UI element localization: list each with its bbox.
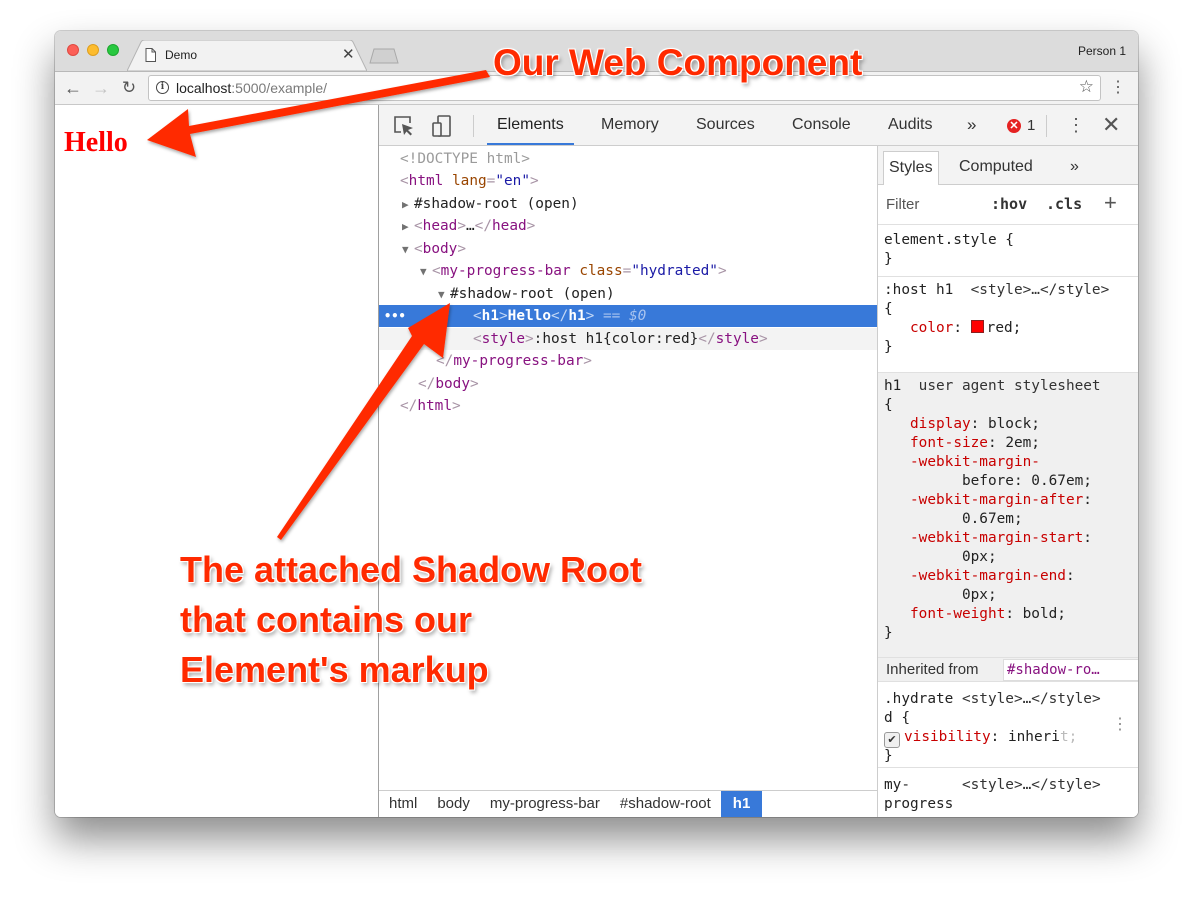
collapse-triangle-icon[interactable]: ▼ [420, 261, 432, 283]
breadcrumb: html body my-progress-bar #shadow-root h… [379, 790, 878, 817]
maximize-window-button[interactable] [107, 44, 119, 56]
tab-sources[interactable]: Sources [686, 105, 765, 145]
more-actions-icon[interactable]: ••• [384, 305, 406, 327]
url-host: localhost [176, 80, 232, 96]
tab-computed[interactable]: Computed [954, 151, 1038, 185]
dom-node-doctype[interactable]: <!DOCTYPE html> [379, 148, 877, 170]
tab-title: Demo [165, 48, 198, 62]
annotation-web-component: Our Web Component [493, 42, 863, 83]
dom-node-close-my-progress-bar[interactable]: </my-progress-bar> [379, 350, 877, 372]
annotation-shadow-root: The attached Shadow Root that contains o… [180, 549, 643, 690]
url-text[interactable]: localhost:5000/example/ [176, 80, 327, 96]
styles-filter-bar: Filter :hov .cls + [878, 185, 1138, 225]
dom-node-my-progress-bar[interactable]: ▼ <my-progress-bar class="hydrated"> [379, 260, 877, 282]
rule-selector: :host h1 [884, 282, 954, 298]
browser-window: Demo ✕ Person 1 ← → ↻ i localhost:5000/e… [55, 31, 1138, 817]
breadcrumb-my-progress-bar[interactable]: my-progress-bar [480, 791, 610, 817]
bookmark-star-icon[interactable]: ☆ [1079, 77, 1094, 97]
rule-hydrated: .hydrate <style>…</style> d { ✔ visibilit… [878, 682, 1138, 768]
breadcrumb-shadow-root[interactable]: #shadow-root [610, 791, 721, 817]
browser-menu-icon[interactable]: ⋮ [1110, 77, 1126, 99]
tab-close-icon[interactable]: ✕ [342, 45, 355, 65]
color-swatch[interactable] [970, 320, 984, 333]
close-window-button[interactable] [67, 44, 79, 56]
expand-triangle-icon[interactable]: ▶ [402, 194, 414, 216]
dom-node-head[interactable]: ▶ <head>…</head> [379, 215, 877, 237]
new-tab-button[interactable] [369, 48, 399, 64]
breadcrumb-html[interactable]: html [379, 791, 427, 817]
rule-source-link[interactable]: <style>…</style> [962, 777, 1101, 793]
dom-node-close-html[interactable]: </html> [379, 395, 877, 417]
dom-node-style[interactable]: <style>:host h1{color:red}</style> [379, 328, 877, 350]
device-toolbar-icon[interactable] [431, 115, 453, 137]
inspect-element-icon[interactable] [393, 115, 415, 137]
devtools-panel: Elements Memory Sources Console Audits »… [379, 105, 1138, 817]
dom-node-shadow-root-html[interactable]: ▶ #shadow-root (open) [379, 193, 877, 215]
toolbar-divider [473, 115, 474, 137]
back-arrow-icon[interactable]: ← [62, 77, 84, 99]
rule-element-style: element.style { } [878, 227, 1138, 277]
filter-input[interactable]: Filter [886, 196, 919, 213]
devtools-tab-bar: Elements Memory Sources Console Audits »… [379, 105, 1138, 146]
url-path: :5000/example/ [231, 80, 327, 96]
tab-styles[interactable]: Styles [883, 151, 939, 185]
tab-console[interactable]: Console [782, 105, 861, 145]
rule-user-agent-h1: h1 user agent stylesheet { display: bloc… [878, 373, 1138, 658]
toolbar-divider [1046, 115, 1047, 137]
css-property[interactable]: color [910, 320, 953, 336]
collapse-triangle-icon[interactable]: ▼ [402, 239, 414, 261]
page-heading: Hello [64, 127, 128, 158]
minimize-window-button[interactable] [87, 44, 99, 56]
rule-selector: my- [884, 777, 910, 793]
close-devtools-icon[interactable]: ✕ [1102, 111, 1120, 139]
cls-toggle[interactable]: .cls [1046, 195, 1082, 213]
dom-node-shadow-root-component[interactable]: ▼ #shadow-root (open) [379, 283, 877, 305]
property-checkbox[interactable]: ✔ [884, 732, 900, 748]
info-icon[interactable]: i [156, 81, 169, 94]
error-count: 1 [1027, 117, 1036, 134]
rule-selector[interactable]: element.style { [884, 231, 1132, 250]
hov-toggle[interactable]: :hov [991, 195, 1027, 213]
tab-elements[interactable]: Elements [487, 105, 574, 145]
rule-host-h1: :host h1 <style>…</style> { color: red; … [878, 277, 1138, 373]
rule-menu-icon[interactable]: ⋮ [1112, 716, 1128, 732]
dom-node-close-body[interactable]: </body> [379, 373, 877, 395]
tab-title-area: Demo [145, 45, 197, 65]
rule-source-link[interactable]: <style>…</style> [962, 691, 1101, 707]
styles-tab-bar: Styles Computed » [878, 146, 1138, 185]
forward-arrow-icon[interactable]: → [90, 77, 112, 99]
dom-node-body[interactable]: ▼ <body> [379, 238, 877, 260]
collapse-triangle-icon[interactable]: ▼ [438, 284, 450, 306]
error-icon: ✕ [1007, 118, 1021, 133]
page-document-icon [145, 48, 156, 62]
rule-my-progress: my- <style>…</style> progress [884, 777, 1101, 812]
error-counter[interactable]: ✕ 1 [1007, 117, 1035, 134]
css-value[interactable]: red; [987, 320, 1022, 336]
profile-name[interactable]: Person 1 [1078, 44, 1126, 58]
tab-audits[interactable]: Audits [878, 105, 942, 145]
breadcrumb-h1[interactable]: h1 [720, 791, 763, 817]
devtools-menu-icon[interactable]: ⋮ [1067, 113, 1085, 137]
rule-source-label: user agent stylesheet [918, 378, 1101, 394]
new-style-rule-icon[interactable]: + [1104, 190, 1117, 216]
rule-selector: h1 [884, 378, 902, 394]
dom-node-html[interactable]: <html lang="en"> [379, 170, 877, 192]
styles-more-icon[interactable]: » [1065, 151, 1084, 185]
tab-memory[interactable]: Memory [591, 105, 669, 145]
more-tabs-icon[interactable]: » [967, 105, 976, 145]
reload-icon[interactable]: ↻ [118, 77, 140, 99]
inherited-source-link[interactable]: #shadow-ro… [1003, 659, 1138, 681]
rule-source-link[interactable]: <style>…</style> [971, 282, 1110, 298]
expand-triangle-icon[interactable]: ▶ [402, 216, 414, 238]
inherited-from-header: Inherited from #shadow-ro… [878, 658, 1138, 682]
rule-selector: .hydrate [884, 691, 954, 707]
page-viewport: Hello [55, 105, 379, 817]
styles-pane: Styles Computed » Filter :hov .cls + ele… [878, 146, 1138, 817]
breadcrumb-body[interactable]: body [427, 791, 480, 817]
dom-node-h1-selected[interactable]: ••• <h1>Hello</h1> == $0 [379, 305, 877, 327]
